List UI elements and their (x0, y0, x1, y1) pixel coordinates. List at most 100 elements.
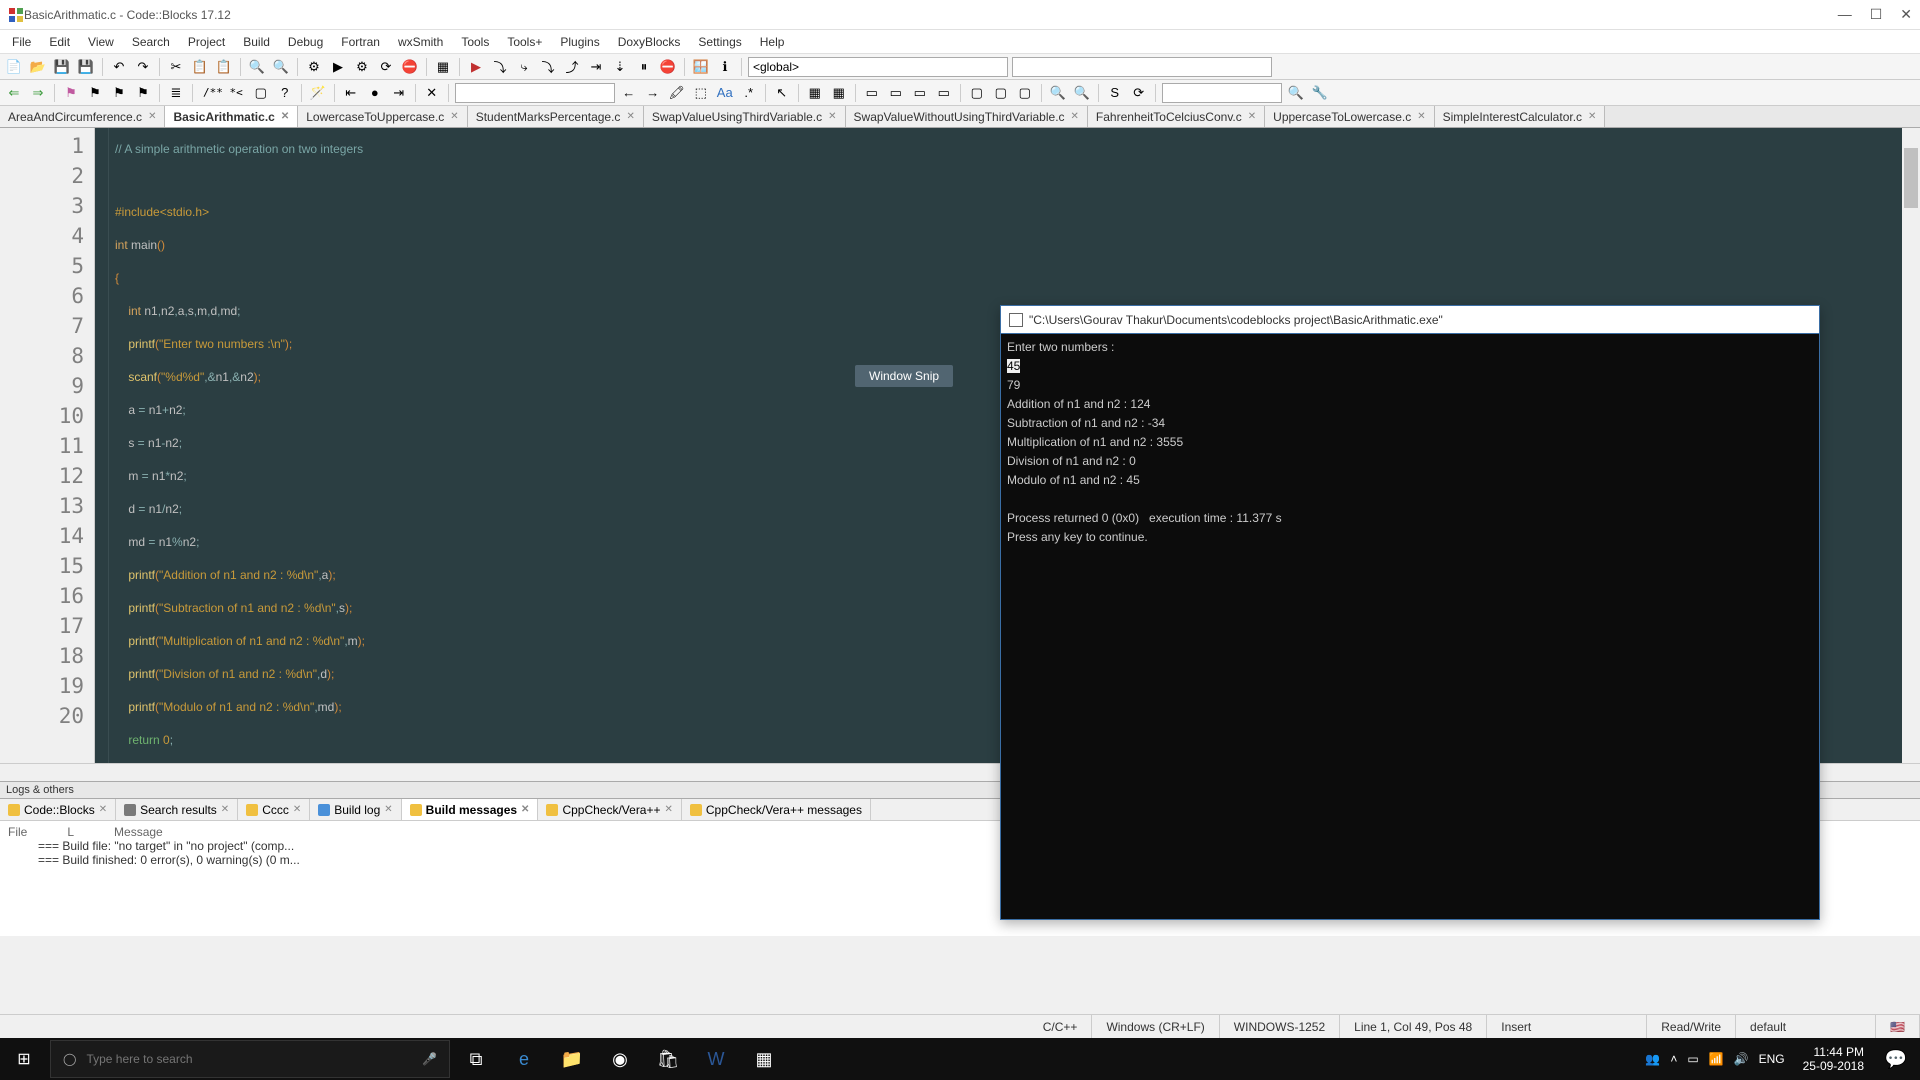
debug-window-icon[interactable]: 🪟 (691, 57, 711, 77)
menu-plugins[interactable]: Plugins (552, 33, 607, 51)
menu-doxyblocks[interactable]: DoxyBlocks (610, 33, 689, 51)
layout4-icon[interactable]: ▭ (934, 83, 954, 103)
file-tab[interactable]: FahrenheitToCelciusConv.c✕ (1088, 106, 1265, 127)
box1-icon[interactable]: ▢ (967, 83, 987, 103)
thread-combo[interactable] (1162, 83, 1282, 103)
target-icon[interactable]: ▦ (433, 57, 453, 77)
menu-settings[interactable]: Settings (690, 33, 749, 51)
debug-stop-icon[interactable]: ⛔ (658, 57, 678, 77)
log-tab[interactable]: Build messages✕ (402, 799, 539, 820)
jump-back-icon[interactable]: ⇤ (341, 83, 361, 103)
regex-icon[interactable]: .* (739, 83, 759, 103)
doxygen-help-icon[interactable]: ? (275, 83, 295, 103)
doxygen-box-icon[interactable]: ▢ (251, 83, 271, 103)
console-title-bar[interactable]: "C:\Users\Gourav Thakur\Documents\codebl… (1001, 306, 1819, 334)
box2-icon[interactable]: ▢ (991, 83, 1011, 103)
start-button[interactable]: ⊞ (0, 1038, 48, 1080)
taskbar-search[interactable]: ◯ 🎤 (50, 1040, 450, 1078)
log-tab[interactable]: Build log✕ (310, 799, 401, 820)
cut-icon[interactable]: ✂ (166, 57, 186, 77)
debug-pause-icon[interactable]: ⏸ (634, 57, 654, 77)
file-tab[interactable]: StudentMarksPercentage.c✕ (468, 106, 644, 127)
cursor-icon[interactable]: ↖ (772, 83, 792, 103)
search-combo[interactable] (455, 83, 615, 103)
file-tab[interactable]: BasicArithmatic.c✕ (165, 106, 298, 127)
thread-find-icon[interactable]: 🔍 (1286, 83, 1306, 103)
file-tab[interactable]: SwapValueUsingThirdVariable.c✕ (644, 106, 846, 127)
menu-wxsmith[interactable]: wxSmith (390, 33, 451, 51)
fold-column[interactable] (95, 128, 109, 763)
select-icon[interactable]: ⬚ (691, 83, 711, 103)
word-icon[interactable]: W (692, 1038, 740, 1080)
menu-search[interactable]: Search (124, 33, 178, 51)
log-tab[interactable]: CppCheck/Vera++ messages (682, 799, 871, 820)
file-tab[interactable]: UppercaseToLowercase.c✕ (1265, 106, 1434, 127)
diff-icon[interactable]: ≣ (166, 83, 186, 103)
build-icon[interactable]: ⚙ (304, 57, 324, 77)
close-icon[interactable]: ✕ (384, 804, 392, 815)
thread-tool-icon[interactable]: 🔧 (1310, 83, 1330, 103)
language-indicator[interactable]: ENG (1759, 1052, 1785, 1066)
taskbar-clock[interactable]: 11:44 PM 25-09-2018 (1795, 1045, 1872, 1073)
zoom-out-icon[interactable]: 🔍 (1072, 83, 1092, 103)
edge-icon[interactable]: e (500, 1038, 548, 1080)
debug-next-icon[interactable]: ⇥ (586, 57, 606, 77)
redo-icon[interactable]: ↷ (133, 57, 153, 77)
back-icon[interactable]: ⇐ (4, 83, 24, 103)
bookmark-clear-icon[interactable]: ⚑ (133, 83, 153, 103)
close-icon[interactable]: ✕ (521, 804, 529, 815)
close-icon[interactable]: ✕ (828, 111, 836, 122)
close-icon[interactable]: ✕ (626, 111, 634, 122)
close-icon[interactable]: ✕ (1588, 111, 1596, 122)
search-input[interactable] (86, 1052, 412, 1066)
close-icon[interactable]: ✕ (293, 804, 301, 815)
bookmark-next-icon[interactable]: ⚑ (109, 83, 129, 103)
debug-info-icon[interactable]: ℹ (715, 57, 735, 77)
file-tab[interactable]: LowercaseToUppercase.c✕ (298, 106, 467, 127)
menu-tools[interactable]: Tools (453, 33, 497, 51)
log-tab[interactable]: Code::Blocks✕ (0, 799, 116, 820)
doxygen-cc-label[interactable]: /** *< (199, 86, 247, 99)
menu-view[interactable]: View (80, 33, 122, 51)
close-icon[interactable]: ✕ (450, 111, 458, 122)
vertical-scrollbar[interactable] (1902, 128, 1920, 763)
wifi-icon[interactable]: 📶 (1709, 1052, 1724, 1066)
abort-icon[interactable]: ⛔ (400, 57, 420, 77)
replace-icon[interactable]: 🔍 (271, 57, 291, 77)
volume-icon[interactable]: 🔊 (1734, 1052, 1749, 1066)
close-icon[interactable]: ✕ (665, 804, 673, 815)
debug-cursor-icon[interactable]: ⇣ (610, 57, 630, 77)
refresh-icon[interactable]: ⟳ (1129, 83, 1149, 103)
chrome-icon[interactable]: ◉ (596, 1038, 644, 1080)
minimize-button[interactable]: — (1838, 6, 1852, 23)
rebuild-icon[interactable]: ⟳ (376, 57, 396, 77)
bookmark-prev-icon[interactable]: ⚑ (85, 83, 105, 103)
scope-combo[interactable]: <global> (748, 57, 1008, 77)
layout2-icon[interactable]: ▭ (886, 83, 906, 103)
store-icon[interactable]: 🛍 (644, 1038, 692, 1080)
close-icon[interactable]: ✕ (221, 804, 229, 815)
copy-icon[interactable]: 📋 (190, 57, 210, 77)
layout1-icon[interactable]: ▭ (862, 83, 882, 103)
step-over-icon[interactable]: ⤷ (514, 57, 534, 77)
save-all-icon[interactable]: 💾 (76, 57, 96, 77)
layout3-icon[interactable]: ▭ (910, 83, 930, 103)
log-tab[interactable]: Search results✕ (116, 799, 238, 820)
file-tab[interactable]: SimpleInterestCalculator.c✕ (1435, 106, 1606, 127)
grid1-icon[interactable]: ▦ (805, 83, 825, 103)
fortran-icon[interactable]: ✕ (422, 83, 442, 103)
symbols-combo[interactable] (1012, 57, 1272, 77)
run-icon[interactable]: ▶ (328, 57, 348, 77)
matchcase-icon[interactable]: Aa (715, 83, 735, 103)
menu-debug[interactable]: Debug (280, 33, 331, 51)
close-icon[interactable]: ✕ (148, 111, 156, 122)
debug-continue-icon[interactable]: ⤵ (490, 57, 510, 77)
task-view-icon[interactable]: ⧉ (452, 1038, 500, 1080)
step-out-icon[interactable]: ⤴ (562, 57, 582, 77)
system-tray[interactable]: 👥 ˄ ▭ 📶 🔊 ENG (1635, 1052, 1794, 1066)
forward-icon[interactable]: ⇒ (28, 83, 48, 103)
close-icon[interactable]: ✕ (99, 804, 107, 815)
debug-run-icon[interactable]: ▶ (466, 57, 486, 77)
step-into-icon[interactable]: ⤵ (538, 57, 558, 77)
notifications-icon[interactable]: 💬 (1872, 1038, 1920, 1080)
